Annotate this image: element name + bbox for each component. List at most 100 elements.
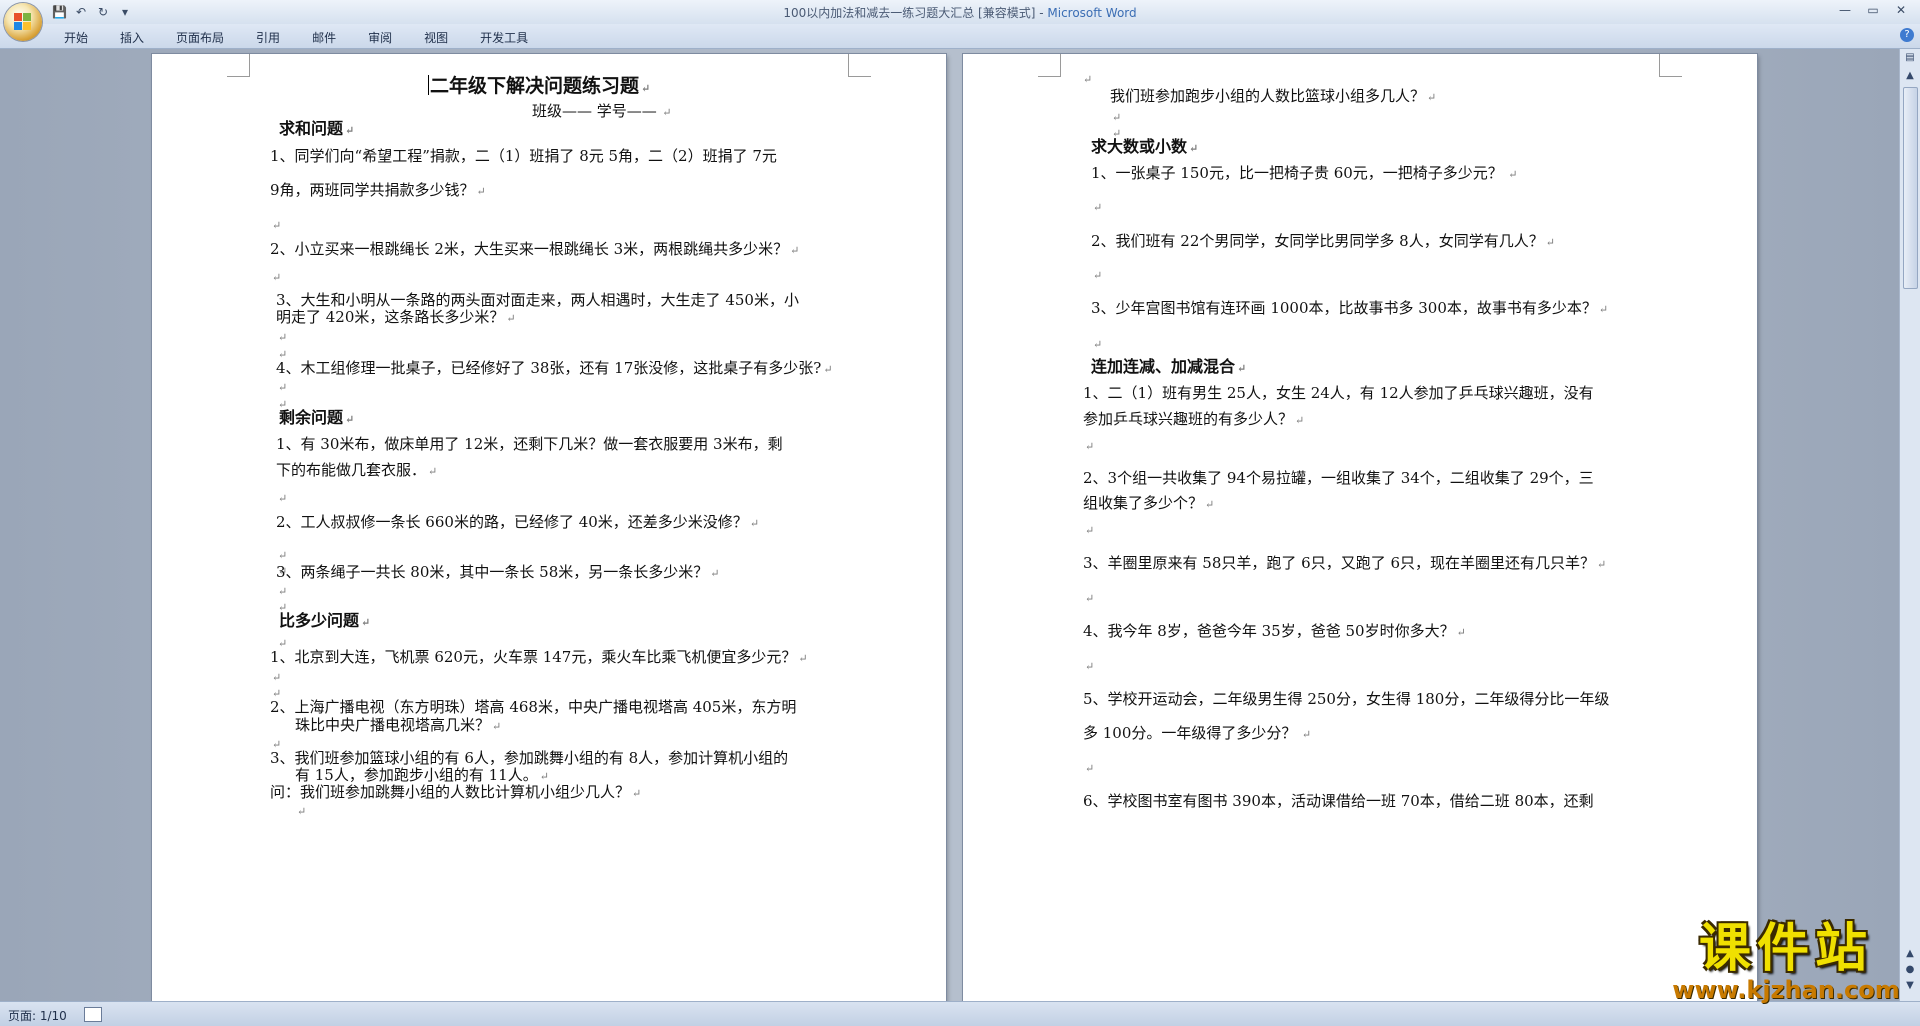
text-line[interactable]: 6、学校图书室有图书 390本，活动课借给一班 70本，借给二班 80本，还剩 bbox=[1083, 791, 1594, 811]
text-line[interactable]: 3、少年宫图书馆有连环画 1000本，比故事书多 300本，故事书有多少本？ ↵ bbox=[1091, 298, 1608, 320]
text-line[interactable]: 3、羊圈里原来有 58只羊，跑了 6只，又跑了 6只，现在羊圈里还有几只羊？ ↵ bbox=[1083, 553, 1606, 575]
scroll-thumb[interactable] bbox=[1903, 87, 1918, 289]
text-line[interactable]: 2、工人叔叔修一条长 660米的路，已经修了 40米，还差多少米没修？ ↵ bbox=[276, 512, 759, 534]
paragraph-mark-icon: ↵ bbox=[1295, 414, 1305, 427]
text-line[interactable]: 下的布能做几套衣服． ↵ bbox=[276, 460, 437, 482]
empty-paragraph[interactable]: ↵ bbox=[1083, 435, 1094, 457]
text-line[interactable]: 多 100分。一年级得了多少分？ ↵ bbox=[1083, 723, 1311, 745]
line-text: 组收集了多少个？ bbox=[1083, 494, 1204, 512]
text-line[interactable]: 比多少问题 ↵ bbox=[279, 611, 370, 633]
text-line[interactable]: 连加连减、加减混合 ↵ bbox=[1091, 357, 1246, 379]
text-line[interactable]: 9角，两班同学共捐款多少钱？ ↵ bbox=[270, 180, 486, 202]
paragraph-mark-icon: ↵ bbox=[476, 185, 486, 198]
line-text: 2、工人叔叔修一条长 660米的路，已经修了 40米，还差多少米没修？ bbox=[276, 513, 748, 531]
paragraph-mark-icon: ↵ bbox=[798, 652, 808, 665]
ruler-toggle-icon[interactable]: ▤ bbox=[1903, 51, 1917, 65]
paragraph-mark-icon: ↵ bbox=[1085, 660, 1095, 673]
maximize-button[interactable]: ▭ bbox=[1860, 1, 1886, 19]
text-line[interactable]: 1、有 30米布，做床单用了 12米，还剩下几米？做一套衣服要用 3米布，剩 bbox=[276, 434, 783, 454]
text-line[interactable]: 2、我们班有 22个男同学，女同学比男同学多 8人，女同学有几人？ ↵ bbox=[1091, 231, 1555, 253]
tab-page-layout[interactable]: 页面布局 bbox=[160, 29, 240, 46]
crop-mark bbox=[227, 54, 250, 77]
tab-references[interactable]: 引用 bbox=[240, 29, 296, 46]
empty-paragraph[interactable]: ↵ bbox=[270, 266, 281, 288]
paragraph-mark-icon: ↵ bbox=[1085, 440, 1095, 453]
line-text: 剩余问题 bbox=[279, 408, 344, 427]
empty-paragraph[interactable]: ↵ bbox=[276, 487, 287, 509]
line-text: 班级—— 学号—— bbox=[532, 102, 657, 120]
text-line[interactable]: 我们班参加跑步小组的人数比篮球小组多几人？ ↵ bbox=[1110, 86, 1436, 108]
text-line[interactable]: 问：我们班参加跳舞小组的人数比计算机小组少几人？ ↵ bbox=[270, 782, 641, 804]
text-line[interactable]: 1、一张桌子 150元，比一把椅子贵 60元，一把椅子多少元？ ↵ bbox=[1091, 163, 1518, 185]
paragraph-mark-icon: ↵ bbox=[632, 787, 642, 800]
line-text: 5、学校开运动会，二年级男生得 250分，女生得 180分，二年级得分比一年级 bbox=[1083, 690, 1610, 708]
tab-mailings[interactable]: 邮件 bbox=[296, 29, 352, 46]
page-left[interactable]: 二年级下解决问题练习题 ↵ 班级—— 学号—— ↵ 求和问题 ↵ 1、同学们向“希望工程”… bbox=[152, 54, 946, 1001]
page-count[interactable]: 页面: 1/10 bbox=[8, 1007, 67, 1024]
next-page-icon[interactable]: ▼ bbox=[1903, 979, 1917, 993]
text-line[interactable]: 明走了 420米，这条路长多少米？ ↵ bbox=[276, 307, 516, 329]
text-line[interactable]: 2、3个组一共收集了 94个易拉罐，一组收集了 34个，二组收集了 29个，三 bbox=[1083, 468, 1594, 488]
line-text: 我们班参加跑步小组的人数比篮球小组多几人？ bbox=[1110, 87, 1426, 105]
tab-home[interactable]: 开始 bbox=[48, 29, 104, 46]
paragraph-mark-icon: ↵ bbox=[272, 271, 282, 284]
scroll-up-icon[interactable]: ▲ bbox=[1903, 69, 1917, 83]
close-button[interactable]: ✕ bbox=[1888, 1, 1914, 19]
text-cursor bbox=[428, 75, 429, 95]
text-line[interactable]: 参加乒乓球兴趣班的有多少人？ ↵ bbox=[1083, 409, 1304, 431]
crop-mark bbox=[1038, 54, 1061, 77]
tab-developer[interactable]: 开发工具 bbox=[464, 29, 544, 46]
line-text: 求大数或小数 bbox=[1091, 137, 1188, 156]
proofing-icon[interactable] bbox=[84, 1007, 102, 1022]
empty-paragraph[interactable]: ↵ bbox=[1091, 196, 1102, 218]
minimize-button[interactable]: — bbox=[1832, 1, 1858, 19]
document-area[interactable]: 二年级下解决问题练习题 ↵ 班级—— 学号—— ↵ 求和问题 ↵ 1、同学们向“希望工程”… bbox=[0, 49, 1900, 1001]
text-line[interactable]: 2、小立买来一根跳绳长 2米，大生买来一根跳绳长 3米，两根跳绳共多少米？ ↵ bbox=[270, 239, 799, 261]
empty-paragraph[interactable]: ↵ bbox=[1083, 587, 1094, 609]
text-line[interactable]: 求大数或小数 ↵ bbox=[1091, 137, 1198, 159]
text-line[interactable]: 3、两条绳子一共长 80米，其中一条长 58米，另一条长多少米？ ↵ bbox=[276, 562, 719, 584]
text-line[interactable]: 剩余问题 ↵ bbox=[279, 408, 354, 430]
text-line[interactable]: 4、我今年 8岁，爸爸今年 35岁，爸爸 50岁时你多大？ ↵ bbox=[1083, 621, 1466, 643]
empty-paragraph[interactable]: ↵ bbox=[1091, 333, 1102, 355]
paragraph-mark-icon: ↵ bbox=[428, 465, 438, 478]
empty-paragraph[interactable]: ↵ bbox=[1083, 757, 1094, 779]
paragraph-mark-icon: ↵ bbox=[1205, 498, 1215, 511]
help-icon[interactable]: ? bbox=[1900, 28, 1914, 42]
text-line[interactable]: 1、二（1）班有男生 25人，女生 24人，有 12人参加了乒乓球兴趣班，没有 bbox=[1083, 383, 1594, 403]
line-text: 1、有 30米布，做床单用了 12米，还剩下几米？做一套衣服要用 3米布，剩 bbox=[276, 435, 783, 453]
line-text: 9角，两班同学共捐款多少钱？ bbox=[270, 181, 475, 199]
line-text: 3、少年宫图书馆有连环画 1000本，比故事书多 300本，故事书有多少本？ bbox=[1091, 299, 1597, 317]
line-text: 2、3个组一共收集了 94个易拉罐，一组收集了 34个，二组收集了 29个，三 bbox=[1083, 469, 1594, 487]
text-line[interactable]: 组收集了多少个？ ↵ bbox=[1083, 493, 1214, 515]
text-line[interactable]: 1、北京到大连，飞机票 620元，火车票 147元，乘火车比乘飞机便宜多少元？ ↵ bbox=[270, 647, 808, 669]
text-line[interactable]: 4、木工组修理一批桌子，已经修好了 38张，还有 17张没修，这批桌子有多少张?… bbox=[276, 358, 833, 380]
paragraph-mark-icon: ↵ bbox=[1456, 626, 1466, 639]
vertical-scrollbar[interactable]: ▤ ▲ ▲ ● ▼ bbox=[1899, 49, 1920, 1001]
text-line[interactable]: 1、同学们向“希望工程”捐款，二（1）班捐了 8元 5角，二（2）班捐了 7元 bbox=[270, 146, 777, 166]
empty-paragraph[interactable]: ↵ bbox=[1081, 68, 1092, 90]
previous-page-icon[interactable]: ▲ bbox=[1903, 947, 1917, 961]
tab-view[interactable]: 视图 bbox=[408, 29, 464, 46]
text-line[interactable]: 二年级下解决问题练习题 ↵ bbox=[428, 75, 650, 99]
paragraph-mark-icon: ↵ bbox=[492, 720, 502, 733]
empty-paragraph[interactable]: ↵ bbox=[1083, 655, 1094, 677]
text-line[interactable]: 5、学校开运动会，二年级男生得 250分，女生得 180分，二年级得分比一年级 bbox=[1083, 689, 1609, 709]
text-line[interactable]: 班级—— 学号—— ↵ bbox=[532, 101, 672, 123]
line-text: 4、木工组修理一批桌子，已经修好了 38张，还有 17张没修，这批桌子有多少张? bbox=[276, 359, 822, 377]
text-line[interactable]: 求和问题 ↵ bbox=[279, 119, 354, 141]
line-text: 明走了 420米，这条路长多少米？ bbox=[276, 308, 505, 326]
empty-paragraph[interactable]: ↵ bbox=[1083, 519, 1094, 541]
select-browse-object-icon[interactable]: ● bbox=[1903, 963, 1917, 977]
text-line[interactable]: 珠比中央广播电视塔高几米？ ↵ bbox=[295, 715, 501, 737]
empty-paragraph[interactable]: ↵ bbox=[270, 214, 281, 236]
tab-review[interactable]: 审阅 bbox=[352, 29, 408, 46]
line-text: 2、小立买来一根跳绳长 2米，大生买来一根跳绳长 3米，两根跳绳共多少米？ bbox=[270, 240, 789, 258]
tab-insert[interactable]: 插入 bbox=[104, 29, 160, 46]
crop-mark bbox=[1659, 54, 1682, 77]
empty-paragraph[interactable]: ↵ bbox=[295, 800, 306, 822]
empty-paragraph[interactable]: ↵ bbox=[1091, 264, 1102, 286]
text-line[interactable]: 2、上海广播电视（东方明珠）塔高 468米，中央广播电视塔高 405米，东方明 bbox=[270, 697, 796, 717]
page-right[interactable]: ↵ 我们班参加跑步小组的人数比篮球小组多几人？ ↵ ↵ ↵ 求大数或小数 ↵ 1、一张桌子 1… bbox=[963, 54, 1757, 1001]
office-button[interactable] bbox=[4, 3, 42, 41]
